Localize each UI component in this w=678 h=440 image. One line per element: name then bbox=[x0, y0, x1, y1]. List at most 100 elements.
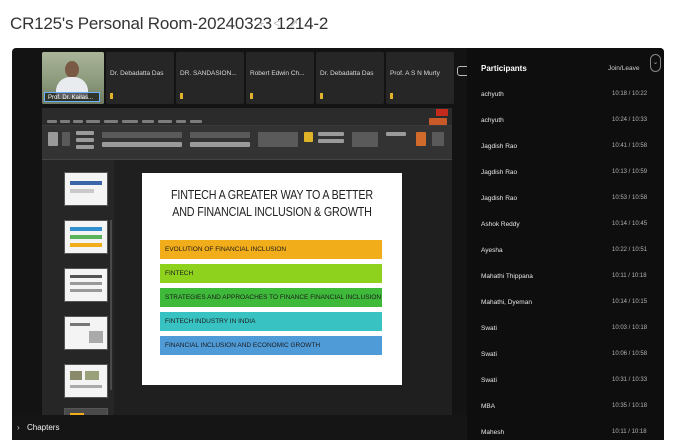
participant-name: MBA bbox=[481, 403, 496, 410]
ribbon-tab bbox=[73, 120, 83, 123]
participant-name: Jagdish Rao bbox=[481, 195, 518, 202]
ribbon-tab bbox=[176, 120, 186, 123]
panel-toggle-icon[interactable]: ⌄ bbox=[650, 54, 661, 72]
audio-indicator bbox=[320, 93, 323, 99]
participant-row: Swati 10:31 / 10:33 bbox=[481, 377, 651, 389]
audio-indicator bbox=[180, 93, 183, 99]
app-titlebar bbox=[42, 108, 452, 117]
ribbon-field bbox=[102, 142, 182, 147]
join-leave-heading: Join/Leave bbox=[608, 65, 640, 72]
chapters-bar[interactable]: › Chapters bbox=[12, 415, 467, 440]
ribbon-tab bbox=[158, 120, 172, 123]
participant-row: Ayesha 10:22 / 10:51 bbox=[481, 247, 651, 259]
ribbon-tab bbox=[122, 120, 138, 123]
participant-join-leave-time: 10:03 / 10:18 bbox=[612, 325, 648, 331]
ribbon-icon bbox=[62, 132, 70, 146]
participant-join-leave-time: 10:11 / 10:18 bbox=[612, 429, 647, 435]
shared-screen: FINTECH A GREATER WAY TO A BETTER AND FI… bbox=[42, 108, 452, 428]
ribbon-icon bbox=[258, 132, 298, 147]
slide-thumbnail bbox=[64, 268, 108, 302]
title-bar: CR125's Personal Room-20240323 1214-2 + … bbox=[0, 0, 678, 50]
slide-topic-bar: FINANCIAL INCLUSION AND ECONOMIC GROWTH bbox=[160, 336, 382, 355]
slide-thumbnail bbox=[64, 172, 108, 206]
ribbon-icon bbox=[432, 132, 444, 146]
ribbon-tab bbox=[47, 120, 57, 123]
ribbon-tab bbox=[86, 120, 100, 123]
slide-thumbnail bbox=[64, 364, 108, 398]
ribbon-field bbox=[190, 142, 250, 147]
slide-topic-bar: FINTECH INDUSTRY IN INDIA bbox=[160, 312, 382, 331]
audio-indicator bbox=[110, 93, 113, 99]
app-ribbon-tabs bbox=[42, 117, 452, 126]
participant-join-leave-time: 10:22 / 10:51 bbox=[612, 247, 648, 253]
ribbon-icon bbox=[318, 139, 344, 143]
video-tile-4[interactable]: Dr. Debadatta Das bbox=[316, 52, 384, 104]
participant-join-leave-time: 10:24 / 10:33 bbox=[612, 117, 648, 123]
chapters-label: Chapters bbox=[27, 423, 60, 432]
slide-thumbnail bbox=[64, 316, 108, 350]
participant-join-leave-time: 10:11 / 10:18 bbox=[612, 273, 647, 279]
ribbon-icon bbox=[386, 132, 406, 136]
participant-row: Swati 10:03 / 10:18 bbox=[481, 325, 651, 337]
video-tile-name: DR. SANDASION... bbox=[180, 70, 237, 77]
participant-name: Jagdish Rao bbox=[481, 143, 518, 150]
ribbon-icon bbox=[304, 132, 313, 142]
participant-row: Mahathi Thippana 10:11 / 10:18 bbox=[481, 273, 651, 285]
participant-name: Swati bbox=[481, 325, 497, 332]
ribbon-field bbox=[190, 132, 250, 138]
presenter-name-label: Prof. Dr. Kailas... bbox=[44, 92, 100, 102]
video-tile-presenter[interactable]: Prof. Dr. Kailas... bbox=[42, 52, 104, 104]
participant-join-leave-time: 10:31 / 10:33 bbox=[612, 377, 648, 383]
video-tile-name: Prof. A S N Murty bbox=[390, 70, 440, 77]
title-action-icons[interactable]: + < ↗ bbox=[258, 17, 301, 30]
chevron-right-icon: › bbox=[17, 423, 20, 432]
participant-row: Jagdish Rao 10:53 / 10:58 bbox=[481, 195, 651, 207]
person-head bbox=[65, 61, 79, 78]
slide-thumbnail bbox=[64, 220, 108, 254]
video-tile-name: Dr. Debadatta Das bbox=[320, 70, 374, 77]
participant-row: Jagdish Rao 10:13 / 10:59 bbox=[481, 169, 651, 181]
audio-indicator bbox=[390, 93, 393, 99]
ribbon-tab bbox=[104, 120, 118, 123]
participant-row: Ashok Reddy 10:14 / 10:45 bbox=[481, 221, 651, 233]
participant-row: achyuth 10:18 / 10:22 bbox=[481, 91, 651, 103]
ribbon-field bbox=[102, 132, 182, 138]
ribbon-icon bbox=[318, 132, 344, 136]
slide-topic-bar: STRATEGIES AND APPROACHES TO FINANCE FIN… bbox=[160, 288, 382, 307]
video-tile-2[interactable]: DR. SANDASION... bbox=[176, 52, 244, 104]
slide-thumbnails bbox=[42, 160, 114, 428]
slide-topic-bar: EVOLUTION OF FINANCIAL INCLUSION bbox=[160, 240, 382, 259]
participant-name: Ayesha bbox=[481, 247, 503, 254]
participant-name: Mahathi, Dyeman bbox=[481, 299, 532, 306]
participant-name: Mahathi Thippana bbox=[481, 273, 533, 280]
video-tile-3[interactable]: Robert Edwin Ch... bbox=[246, 52, 314, 104]
recording-player: Prof. Dr. Kailas... Dr. Debadatta Das DR… bbox=[12, 48, 664, 440]
ribbon-icon bbox=[76, 138, 94, 142]
participant-join-leave-time: 10:35 / 10:18 bbox=[612, 403, 648, 409]
participant-name: Jagdish Rao bbox=[481, 169, 518, 176]
participant-join-leave-time: 10:41 / 10:58 bbox=[612, 143, 648, 149]
participant-name: achyuth bbox=[481, 117, 504, 124]
video-strip: Prof. Dr. Kailas... Dr. Debadatta Das DR… bbox=[42, 50, 454, 106]
participant-name: Ashok Reddy bbox=[481, 221, 520, 228]
participant-name: Swati bbox=[481, 351, 497, 358]
participant-row: Swati 10:06 / 10:58 bbox=[481, 351, 651, 363]
audio-indicator bbox=[250, 93, 253, 99]
app-ribbon bbox=[42, 126, 452, 160]
participant-row: Mahesh 10:11 / 10:18 bbox=[481, 429, 651, 440]
ribbon-icon bbox=[76, 131, 94, 135]
ribbon-icon bbox=[48, 132, 58, 146]
video-tile-1[interactable]: Dr. Debadatta Das bbox=[106, 52, 174, 104]
participant-join-leave-time: 10:18 / 10:22 bbox=[612, 91, 648, 97]
video-tile-name: Robert Edwin Ch... bbox=[250, 70, 305, 77]
video-tile-5[interactable]: Prof. A S N Murty bbox=[386, 52, 454, 104]
participants-panel: Participants Join/Leave ⌄ achyuth 10:18 /… bbox=[467, 48, 664, 440]
participant-join-leave-time: 10:14 / 10:15 bbox=[612, 299, 648, 305]
participant-row: MBA 10:35 / 10:18 bbox=[481, 403, 651, 415]
participants-heading: Participants bbox=[481, 64, 527, 73]
ribbon-tab bbox=[60, 120, 70, 123]
slide-topic-bar: FINTECH bbox=[160, 264, 382, 283]
participant-name: Mahesh bbox=[481, 429, 505, 436]
presentation-slide: FINTECH A GREATER WAY TO A BETTER AND FI… bbox=[142, 173, 402, 385]
participant-name: achyuth bbox=[481, 91, 504, 98]
